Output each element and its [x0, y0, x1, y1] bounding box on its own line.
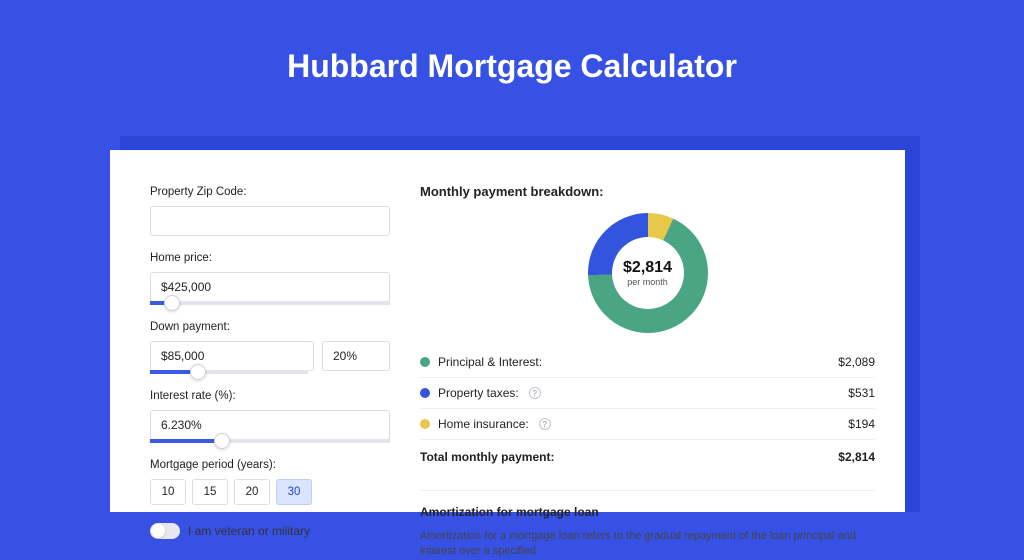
amort-body: Amortization for a mortgage loan refers … — [420, 529, 875, 560]
total-value: $2,814 — [838, 450, 875, 464]
calculator-card: Property Zip Code: Home price: Down paym… — [110, 150, 905, 512]
line-label: Home insurance: — [438, 417, 529, 431]
amort-title: Amortization for mortgage loan — [420, 505, 875, 519]
slider-thumb[interactable] — [164, 295, 180, 311]
line-value: $531 — [848, 386, 875, 400]
period-btn-20[interactable]: 20 — [234, 479, 270, 505]
down-payment-slider[interactable] — [150, 370, 308, 374]
toggle-knob — [151, 524, 165, 538]
period-options: 10 15 20 30 — [150, 479, 390, 505]
line-total: Total monthly payment: $2,814 — [420, 440, 875, 472]
home-price-input[interactable] — [150, 272, 390, 302]
donut-center: $2,814 per month — [612, 237, 684, 309]
veteran-toggle[interactable] — [150, 523, 180, 539]
down-payment-pct-input[interactable] — [322, 341, 390, 371]
line-label: Principal & Interest: — [438, 355, 542, 369]
field-interest: Interest rate (%): — [150, 390, 390, 443]
form-panel: Property Zip Code: Home price: Down paym… — [110, 150, 410, 512]
legend-dot-green — [420, 357, 430, 367]
interest-slider[interactable] — [150, 439, 390, 443]
info-icon[interactable]: ? — [529, 387, 541, 399]
legend-dot-yellow — [420, 419, 430, 429]
period-btn-30[interactable]: 30 — [276, 479, 312, 505]
field-home-price: Home price: — [150, 252, 390, 305]
label-home-price: Home price: — [150, 252, 390, 264]
line-left: Principal & Interest: — [420, 355, 542, 369]
field-period: Mortgage period (years): 10 15 20 30 — [150, 459, 390, 505]
line-principal: Principal & Interest: $2,089 — [420, 347, 875, 378]
amortization-section: Amortization for mortgage loan Amortizat… — [420, 490, 875, 560]
label-period: Mortgage period (years): — [150, 459, 390, 471]
down-payment-amount-input[interactable] — [150, 341, 314, 371]
slider-thumb[interactable] — [190, 364, 206, 380]
field-zip: Property Zip Code: — [150, 186, 390, 236]
card-inner: Property Zip Code: Home price: Down paym… — [110, 150, 905, 512]
label-zip: Property Zip Code: — [150, 186, 390, 198]
info-icon[interactable]: ? — [539, 418, 551, 430]
label-down-payment: Down payment: — [150, 321, 390, 333]
line-left: Property taxes: ? — [420, 386, 541, 400]
line-left: Home insurance: ? — [420, 417, 551, 431]
app-root: Hubbard Mortgage Calculator Property Zip… — [0, 0, 1024, 512]
slider-fill — [150, 439, 222, 443]
line-taxes: Property taxes: ? $531 — [420, 378, 875, 409]
label-interest: Interest rate (%): — [150, 390, 390, 402]
interest-input[interactable] — [150, 410, 390, 440]
veteran-row: I am veteran or military — [150, 523, 390, 539]
total-label: Total monthly payment: — [420, 450, 554, 464]
line-value: $194 — [848, 417, 875, 431]
donut-chart: $2,814 per month — [588, 213, 708, 333]
home-price-slider[interactable] — [150, 301, 390, 305]
donut-sub: per month — [627, 277, 668, 287]
field-down-payment: Down payment: — [150, 321, 390, 374]
line-value: $2,089 — [838, 355, 875, 369]
legend-dot-blue — [420, 388, 430, 398]
down-payment-row — [150, 341, 390, 371]
veteran-label: I am veteran or military — [188, 524, 310, 538]
donut-chart-wrap: $2,814 per month — [420, 205, 875, 347]
zip-input[interactable] — [150, 206, 390, 236]
donut-amount: $2,814 — [623, 259, 672, 277]
page-title: Hubbard Mortgage Calculator — [0, 0, 1024, 111]
line-label: Property taxes: — [438, 386, 519, 400]
slider-thumb[interactable] — [214, 433, 230, 449]
period-btn-15[interactable]: 15 — [192, 479, 228, 505]
period-btn-10[interactable]: 10 — [150, 479, 186, 505]
breakdown-title: Monthly payment breakdown: — [420, 184, 875, 199]
breakdown-panel: Monthly payment breakdown: $2,814 per mo… — [410, 150, 905, 512]
line-insurance: Home insurance: ? $194 — [420, 409, 875, 440]
